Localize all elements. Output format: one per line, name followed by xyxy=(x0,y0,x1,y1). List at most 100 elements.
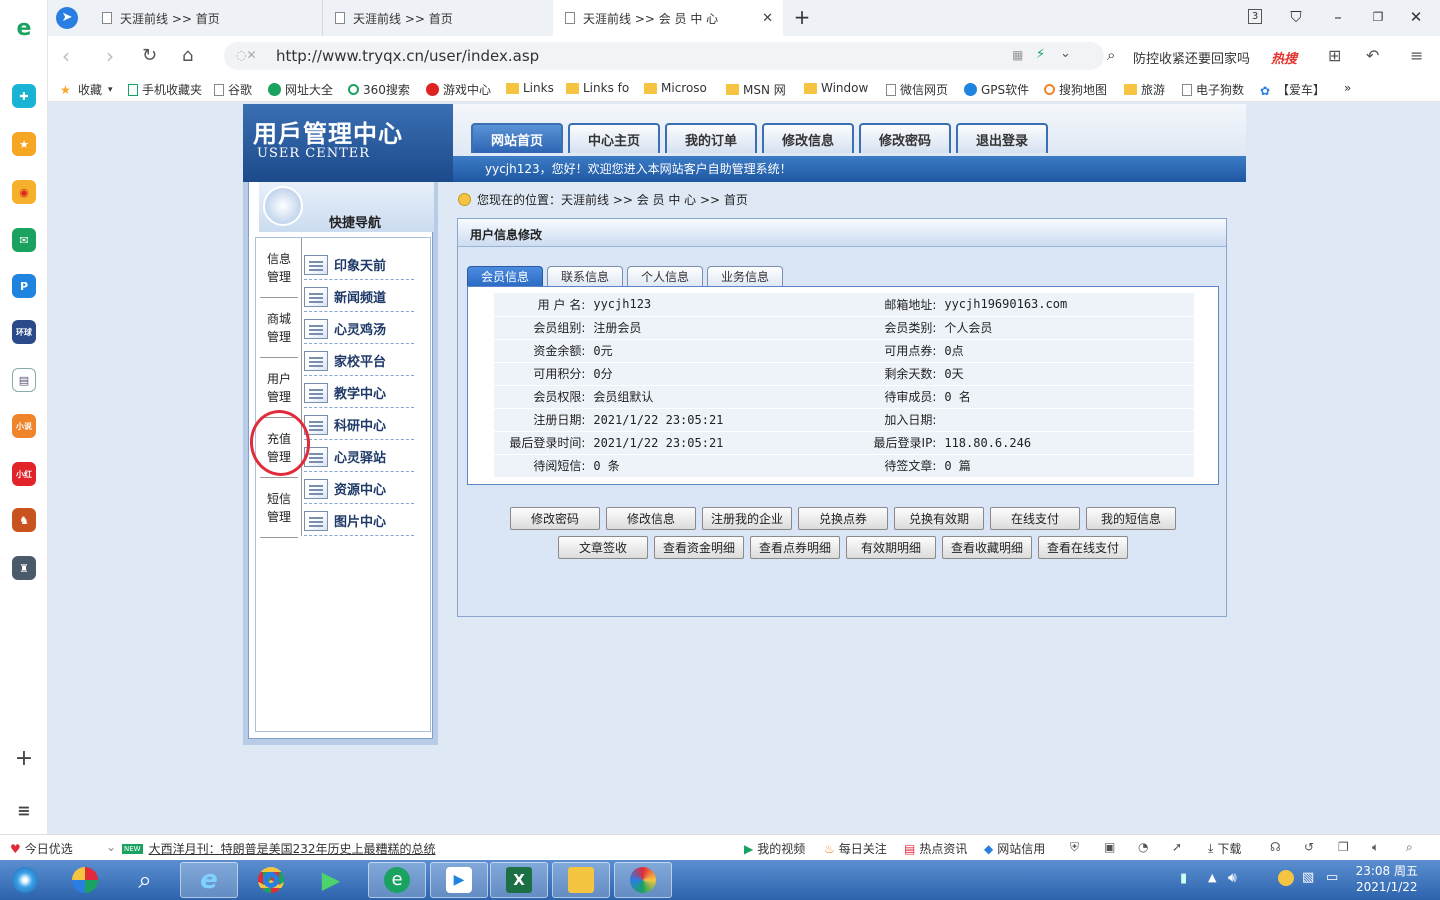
nav-my-orders[interactable]: 我的订单 xyxy=(665,123,757,153)
game2-app-icon[interactable]: ♜ xyxy=(12,556,36,580)
taskbar-app-1[interactable] xyxy=(56,862,114,898)
tab-2[interactable]: 天涯前线 >> 首页 xyxy=(322,0,552,36)
game-app-icon[interactable]: ♞ xyxy=(12,508,36,532)
speed-icon[interactable]: ◔ xyxy=(1138,840,1148,854)
forward-icon[interactable]: › xyxy=(106,44,114,68)
change-password-button[interactable]: 修改密码 xyxy=(510,507,600,530)
volume-icon[interactable]: 🔊︎ xyxy=(1228,870,1237,886)
my-messages-button[interactable]: 我的短信息 xyxy=(1086,507,1176,530)
add-icon[interactable]: + xyxy=(12,746,36,771)
zoom-icon[interactable]: ⌕ xyxy=(1406,840,1413,855)
bookmark-more[interactable]: » xyxy=(1344,81,1351,95)
bookmark-games[interactable]: 游戏中心 xyxy=(426,81,491,98)
minimize-icon[interactable]: – xyxy=(1328,8,1348,26)
headset-icon[interactable]: ☊ xyxy=(1270,840,1281,854)
lightning-icon[interactable]: ⚡ xyxy=(1036,47,1045,62)
reload-icon[interactable]: ↻ xyxy=(142,45,157,66)
navigate-icon[interactable]: ➤ xyxy=(56,7,78,29)
close-window-icon[interactable]: ✕ xyxy=(1406,8,1426,26)
mail-icon[interactable]: ✉ xyxy=(12,228,36,252)
document-icon[interactable]: ▤ xyxy=(12,368,36,392)
nav-logout[interactable]: 退出登录 xyxy=(956,123,1048,153)
bookmark-google[interactable]: 谷歌 xyxy=(214,81,252,98)
nav-item-images[interactable]: 图片中心 xyxy=(304,506,414,536)
bookmark-360[interactable]: 360搜索 xyxy=(348,81,410,98)
clock[interactable]: 23:08 周五 2021/1/22 xyxy=(1356,863,1418,895)
shield-icon[interactable]: ⛨ xyxy=(1070,840,1079,855)
weibo-icon[interactable]: ◉ xyxy=(12,180,36,204)
category-info[interactable]: 信息 管理 xyxy=(260,238,298,298)
tab-business-info[interactable]: 业务信息 xyxy=(707,266,783,286)
news-app-icon[interactable]: 环球 xyxy=(12,320,36,344)
tab-3[interactable]: 天涯前线 >> 会 员 中 心 ✕ xyxy=(553,0,783,36)
bookmark-windows[interactable]: Window xyxy=(804,81,868,95)
tray-expand-icon[interactable]: ▲ xyxy=(1208,871,1216,884)
url-field[interactable]: ◌✕ http://www.tryqx.cn/user/index.asp ▦ … xyxy=(224,42,1104,70)
daily-focus[interactable]: ♨ 每日关注 xyxy=(824,840,887,857)
nav-item-resources[interactable]: 资源中心 xyxy=(304,474,414,504)
bookmark-favorites[interactable]: ★ 收藏 ▾ xyxy=(60,81,113,98)
rocket-icon[interactable]: ➚ xyxy=(1172,840,1182,854)
bookmark-travel[interactable]: 旅游 xyxy=(1124,81,1165,98)
refresh-icon[interactable]: ↺ xyxy=(1304,840,1314,854)
new-tab-icon[interactable]: + xyxy=(792,5,812,29)
browser-logo-icon[interactable]: e xyxy=(12,16,36,41)
nav-item-research[interactable]: 科研中心 xyxy=(304,410,414,440)
tab-personal-info[interactable]: 个人信息 xyxy=(627,266,703,286)
home-icon[interactable]: ⌂ xyxy=(182,45,193,66)
online-pay-button[interactable]: 在线支付 xyxy=(990,507,1080,530)
back-icon[interactable]: ‹ xyxy=(62,44,70,68)
search-field[interactable]: ⌕ 防控收紧还要回家吗 热搜 xyxy=(1103,42,1313,70)
nav-item-school[interactable]: 家校平台 xyxy=(304,346,414,376)
taskbar-paint[interactable] xyxy=(614,862,672,898)
bookmark-msn[interactable]: MSN 网 xyxy=(726,81,786,98)
menu-icon[interactable]: ≡ xyxy=(1410,46,1423,65)
favorites-star-icon[interactable]: ★ xyxy=(12,132,36,156)
taskbar-ie[interactable]: e xyxy=(180,862,238,898)
tab-member-info[interactable]: 会员信息 xyxy=(467,266,543,286)
restore-icon[interactable]: ❐ xyxy=(1368,10,1388,24)
apps-grid-icon[interactable]: ⊞ xyxy=(1328,46,1341,65)
downloads[interactable]: ⤓ 下载 xyxy=(1208,840,1241,857)
edit-info-button[interactable]: 修改信息 xyxy=(606,507,696,530)
undo-icon[interactable]: ↶ xyxy=(1366,46,1379,65)
exchange-points-button[interactable]: 兑换点券 xyxy=(798,507,888,530)
bookmark-wechat[interactable]: 微信网页 xyxy=(886,81,948,98)
list-icon[interactable]: ≡ xyxy=(12,798,36,822)
online-pay-detail-button[interactable]: 查看在线支付 xyxy=(1038,536,1128,559)
nav-change-password[interactable]: 修改密码 xyxy=(859,123,951,153)
bookmark-links[interactable]: Links xyxy=(506,81,554,95)
bookmark-edog[interactable]: 电子狗数 xyxy=(1182,81,1244,98)
nav-edit-info[interactable]: 修改信息 xyxy=(762,123,854,153)
shirt-icon[interactable]: ⛉ xyxy=(1286,8,1306,26)
category-shop[interactable]: 商城 管理 xyxy=(260,298,298,358)
my-videos[interactable]: ▶ 我的视频 xyxy=(744,840,805,857)
network-icon[interactable]: ▧ xyxy=(1302,870,1314,885)
taskbar-player[interactable]: ▶ xyxy=(302,862,360,898)
nav-item-news[interactable]: 新闻频道 xyxy=(304,282,414,312)
today-picks[interactable]: ♥ 今日优选 xyxy=(10,840,73,857)
taskbar-excel[interactable]: X xyxy=(490,862,548,898)
points-detail-button[interactable]: 查看点券明细 xyxy=(750,536,840,559)
article-sign-button[interactable]: 文章签收 xyxy=(558,536,648,559)
taskbar-explorer[interactable] xyxy=(552,862,610,898)
funds-detail-button[interactable]: 查看资金明细 xyxy=(654,536,744,559)
chevron-down-icon[interactable]: ⌄ xyxy=(1060,46,1071,61)
taskbar-youku[interactable]: ▶ xyxy=(430,862,488,898)
favorites-detail-button[interactable]: 查看收藏明细 xyxy=(942,536,1032,559)
bookmark-gps[interactable]: GPS软件 xyxy=(964,81,1029,98)
start-button[interactable] xyxy=(0,862,50,898)
category-sms[interactable]: 短信 管理 xyxy=(260,478,298,538)
nav-item-soup[interactable]: 心灵鸡汤 xyxy=(304,314,414,344)
bookmark-sites[interactable]: 网址大全 xyxy=(268,81,333,98)
window-icon[interactable]: ❐ xyxy=(1338,840,1349,854)
tab-count[interactable]: 3 xyxy=(1248,9,1262,24)
novel-app-icon[interactable]: 小说 xyxy=(12,414,36,438)
p-app-icon[interactable]: P xyxy=(12,274,36,298)
validity-detail-button[interactable]: 有效期明细 xyxy=(846,536,936,559)
nav-home[interactable]: 网站首页 xyxy=(471,123,563,153)
news-ticker[interactable]: NEW 大西洋月刊：特朗普是美国232年历史上最糟糕的总统 xyxy=(122,840,436,857)
taskbar-chrome[interactable] xyxy=(242,862,300,898)
plus-app-icon[interactable]: ✚ xyxy=(12,84,36,108)
close-tab-icon[interactable]: ✕ xyxy=(762,11,773,26)
